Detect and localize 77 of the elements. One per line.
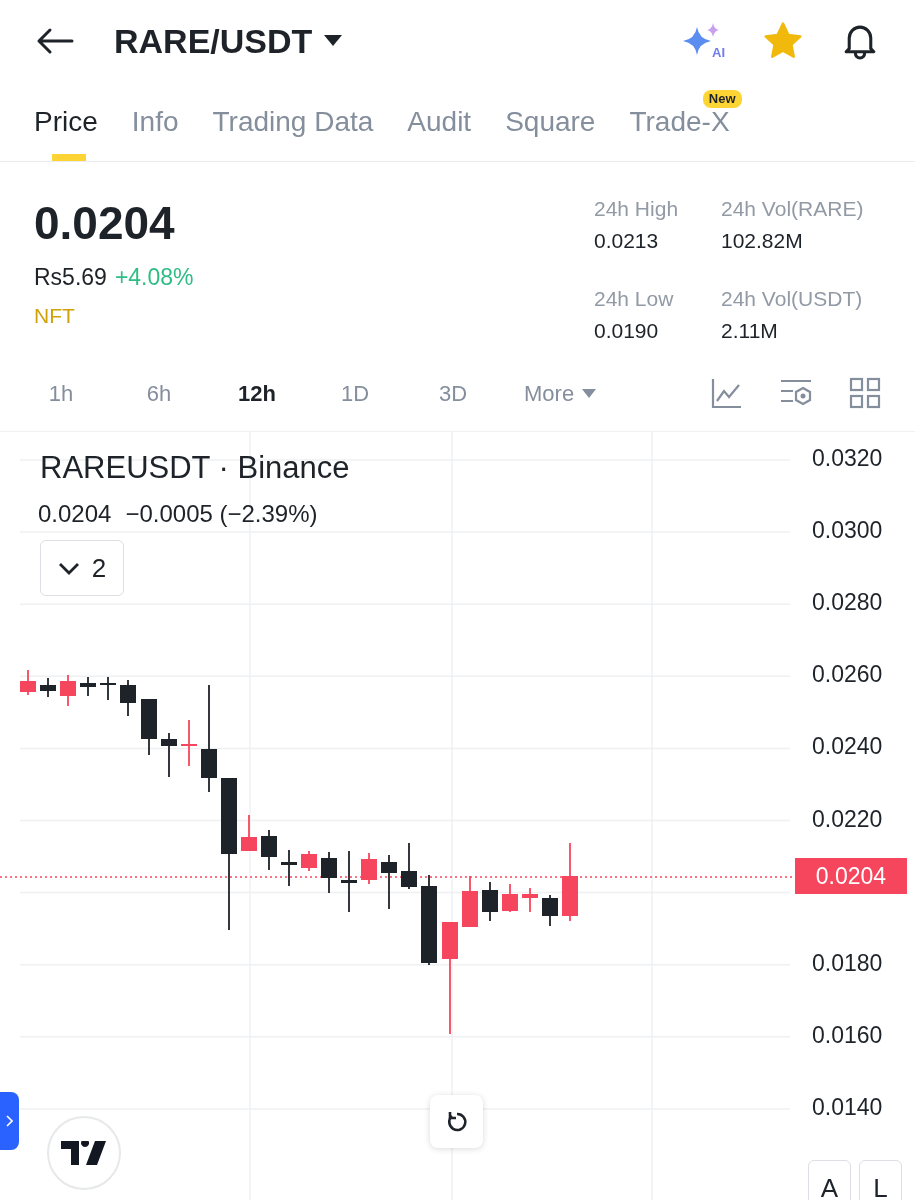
- scale-button[interactable]: A: [808, 1160, 851, 1200]
- indicator-toggle[interactable]: 2: [40, 540, 124, 596]
- candlestick: [20, 669, 36, 696]
- candlestick: [301, 850, 317, 872]
- price-axis-label: 0.0240: [812, 735, 883, 759]
- scale-button[interactable]: L: [859, 1160, 902, 1200]
- chevron-down-icon: [57, 561, 80, 575]
- price-axis-label: 0.0160: [812, 1023, 883, 1047]
- caret-icon: [324, 35, 343, 47]
- price-chart[interactable]: 0.0320 0.0300 0.0280 0.0260 0.0240 0.0220 0.0180 0.0160 0.0140 0.0204 RAREUSDT · Binance 0.0204 −0.0005 (−2.39%) 2 A L: [0, 432, 915, 1200]
- price-axis-label: 0.0220: [812, 807, 883, 831]
- last-price-badge: 0.0204: [795, 858, 907, 894]
- candlestick: [502, 883, 518, 913]
- candlestick: [542, 894, 558, 927]
- price-axis-label: 0.0300: [812, 519, 883, 543]
- new-badge: New: [702, 90, 742, 109]
- stat-value: 0.0213: [594, 228, 660, 255]
- candlestick: [80, 676, 96, 697]
- candlestick: [482, 881, 498, 922]
- tab[interactable]: Price: [34, 107, 98, 136]
- candlestick: [522, 887, 538, 913]
- symbol-title: RAREUSDT · Binance: [40, 452, 350, 483]
- price-axis-label: 0.0260: [812, 663, 883, 687]
- reset-chart-button[interactable]: [430, 1095, 483, 1148]
- interval-tab[interactable]: 3D: [426, 376, 480, 410]
- ohlc-value: 0.0204: [38, 502, 112, 526]
- tab[interactable]: Info: [131, 107, 179, 136]
- star-icon[interactable]: [763, 22, 803, 60]
- candlestick: [361, 852, 377, 885]
- candlestick: [381, 854, 397, 910]
- candlestick: [401, 842, 417, 890]
- tab[interactable]: Trading Data: [212, 107, 374, 136]
- fiat-price: Rs5.69: [34, 266, 107, 289]
- more-dropdown[interactable]: More: [524, 376, 597, 410]
- stat-value: 0.0190: [594, 317, 660, 344]
- caret-icon: [582, 388, 597, 398]
- interval-tab[interactable]: 6h: [132, 376, 186, 410]
- candlestick: [281, 849, 297, 887]
- candlestick: [141, 698, 157, 756]
- candlestick: [321, 851, 337, 894]
- candlestick: [60, 674, 76, 707]
- interval-tab[interactable]: 1D: [328, 376, 382, 410]
- tab-underline: [52, 154, 86, 161]
- interval-tab[interactable]: 1h: [34, 376, 88, 410]
- stat-label: 24h High: [594, 196, 680, 222]
- back-arrow-icon[interactable]: [36, 27, 74, 55]
- pair-selector[interactable]: RARE/USDT: [114, 15, 343, 67]
- price-axis-label: 0.0280: [812, 591, 883, 615]
- side-panel-handle[interactable]: [0, 1092, 19, 1150]
- stat-label: 24h Vol(RARE): [721, 196, 865, 222]
- price-axis-label: 0.0140: [812, 1095, 883, 1119]
- candlestick: [261, 829, 277, 871]
- tab[interactable]: Square: [505, 107, 596, 136]
- interval-tab[interactable]: 12h: [230, 376, 284, 410]
- tab[interactable]: Trade-X: [629, 107, 730, 136]
- stat-value: 2.11M: [721, 317, 779, 344]
- ohlc-change: −0.0005 (−2.39%): [125, 502, 318, 526]
- candlestick: [462, 875, 478, 928]
- chevron-right-icon: [6, 1115, 13, 1127]
- price-axis-label: 0.0180: [812, 951, 883, 975]
- candlestick: [120, 679, 136, 717]
- tab[interactable]: Audit: [407, 107, 472, 136]
- candlestick: [241, 814, 257, 852]
- price-change: +4.08%: [114, 266, 194, 289]
- category-tag[interactable]: NFT: [34, 305, 194, 326]
- candlestick: [40, 677, 56, 698]
- candlestick: [161, 732, 177, 778]
- candlestick: [100, 676, 116, 701]
- line-chart-icon[interactable]: [711, 377, 743, 409]
- candlestick: [341, 850, 357, 913]
- stat-label: 24h Low: [594, 285, 675, 312]
- price-axis-label: 0.0320: [812, 447, 883, 470]
- stat-label: 24h Vol(USDT): [721, 285, 864, 312]
- last-price: 0.0204: [34, 200, 176, 246]
- stat-value: 102.82M: [721, 228, 804, 255]
- grid-layout-icon[interactable]: [849, 377, 881, 409]
- candlestick: [181, 719, 197, 767]
